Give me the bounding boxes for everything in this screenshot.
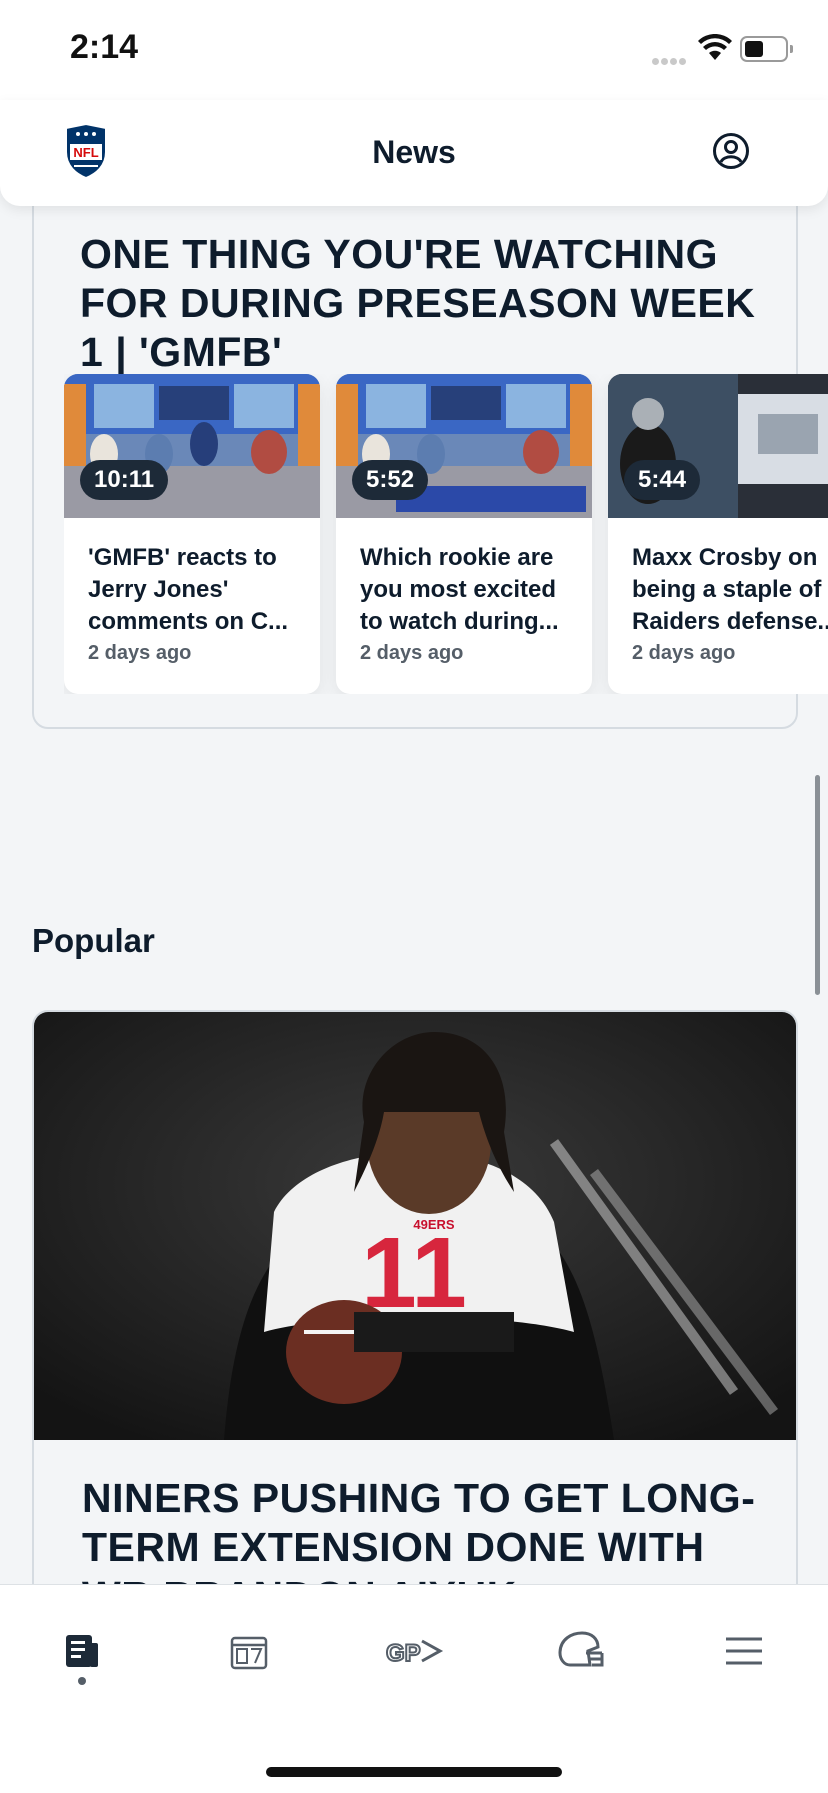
- game-pass-icon[interactable]: GP: [384, 1621, 444, 1681]
- story-image: 11 49ERS: [34, 1012, 796, 1440]
- video-duration: 5:44: [624, 460, 701, 500]
- popular-story-card[interactable]: 11 49ERS NINERS PUSHING TO GET LONG-TERM…: [32, 1010, 798, 1634]
- battery-icon: [740, 36, 793, 62]
- video-duration: 10:11: [80, 460, 169, 500]
- status-time: 2:14: [70, 28, 139, 66]
- video-card[interactable]: 5:52 Which rookie are you most excited t…: [336, 374, 592, 694]
- video-title: 'GMFB' reacts to Jerry Jones' comments o…: [88, 544, 289, 635]
- video-card[interactable]: 10:11 'GMFB' reacts to Jerry Jones' comm…: [64, 374, 320, 694]
- news-icon[interactable]: [52, 1621, 112, 1681]
- video-card[interactable]: 5:44 Maxx Crosby on being a staple of Ra…: [608, 374, 828, 694]
- account-icon[interactable]: [712, 132, 750, 170]
- video-timestamp: 2 days ago: [88, 642, 192, 664]
- cellular-signal-icon: [652, 52, 688, 70]
- wifi-icon: [698, 34, 732, 60]
- video-section-headline[interactable]: ONE THING YOU'RE WATCHING FOR DURING PRE…: [80, 230, 760, 377]
- video-timestamp: 2 days ago: [360, 642, 464, 664]
- app-header: NFL News: [0, 100, 828, 206]
- status-bar: 2:14: [0, 0, 828, 100]
- video-title: Maxx Crosby on being a staple of Raiders…: [632, 544, 828, 635]
- scores-icon[interactable]: [219, 1621, 279, 1681]
- bottom-tab-bar: GP: [0, 1584, 828, 1793]
- helmet-icon[interactable]: [550, 1621, 610, 1681]
- svg-text:49ERS: 49ERS: [413, 1217, 455, 1232]
- popular-section-heading: Popular: [32, 922, 155, 959]
- video-carousel[interactable]: 10:11 'GMFB' reacts to Jerry Jones' comm…: [64, 374, 828, 694]
- active-tab-indicator: [78, 1677, 86, 1685]
- svg-text:GP: GP: [386, 1640, 421, 1667]
- video-title: Which rookie are you most excited to wat…: [360, 544, 559, 635]
- scrollbar[interactable]: [815, 775, 820, 995]
- menu-icon[interactable]: [714, 1621, 774, 1681]
- video-timestamp: 2 days ago: [632, 642, 736, 664]
- home-indicator[interactable]: [266, 1767, 562, 1777]
- video-duration: 5:52: [352, 460, 429, 500]
- page-title: News: [372, 134, 456, 170]
